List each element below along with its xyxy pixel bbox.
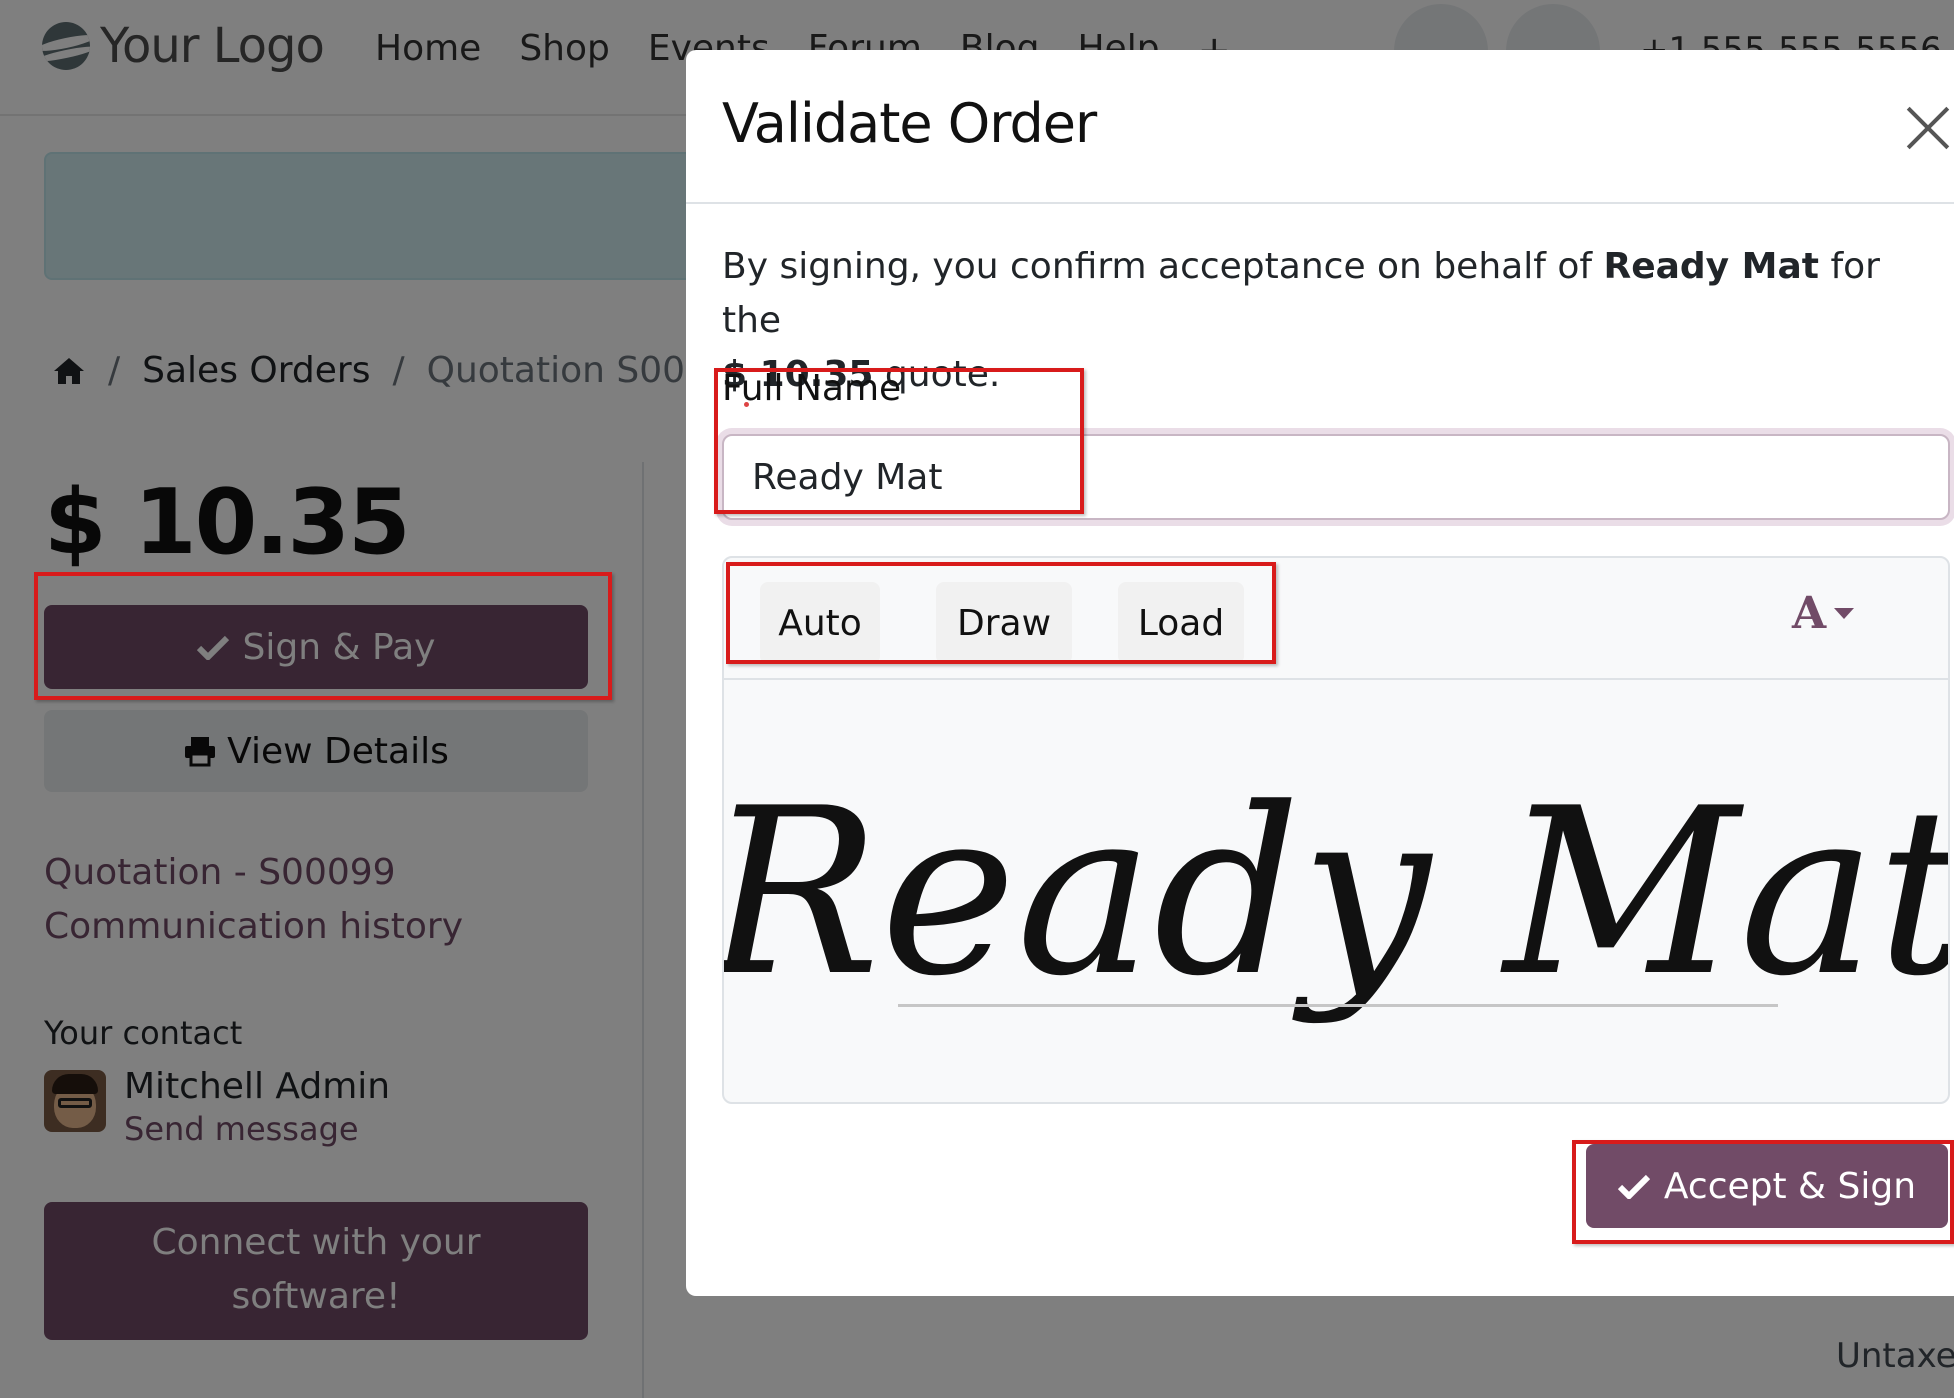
- font-icon: A: [1792, 588, 1827, 639]
- highlight-sign-pay: [34, 572, 612, 700]
- caret-down-icon: [1834, 608, 1855, 619]
- validate-order-dialog: Validate Order By signing, you confirm a…: [686, 50, 1954, 1296]
- highlight-accept-sign: [1572, 1140, 1954, 1244]
- consent-customer: Ready Mat: [1603, 246, 1819, 287]
- highlight-full-name: [714, 368, 1084, 514]
- font-selector[interactable]: A: [1792, 588, 1855, 639]
- signature-baseline: [898, 1004, 1778, 1007]
- signature-text: Ready Mat: [724, 760, 1950, 1027]
- modal-title: Validate Order: [722, 92, 1097, 155]
- signature-canvas[interactable]: Ready Mat: [724, 680, 1950, 1102]
- close-icon[interactable]: [1902, 102, 1954, 154]
- modal-header: Validate Order: [686, 50, 1954, 204]
- signature-drawing: Ready Mat: [724, 760, 1950, 1027]
- untaxed-label: Untaxed: [1836, 1336, 1954, 1376]
- highlight-signature-tabs: [726, 562, 1276, 664]
